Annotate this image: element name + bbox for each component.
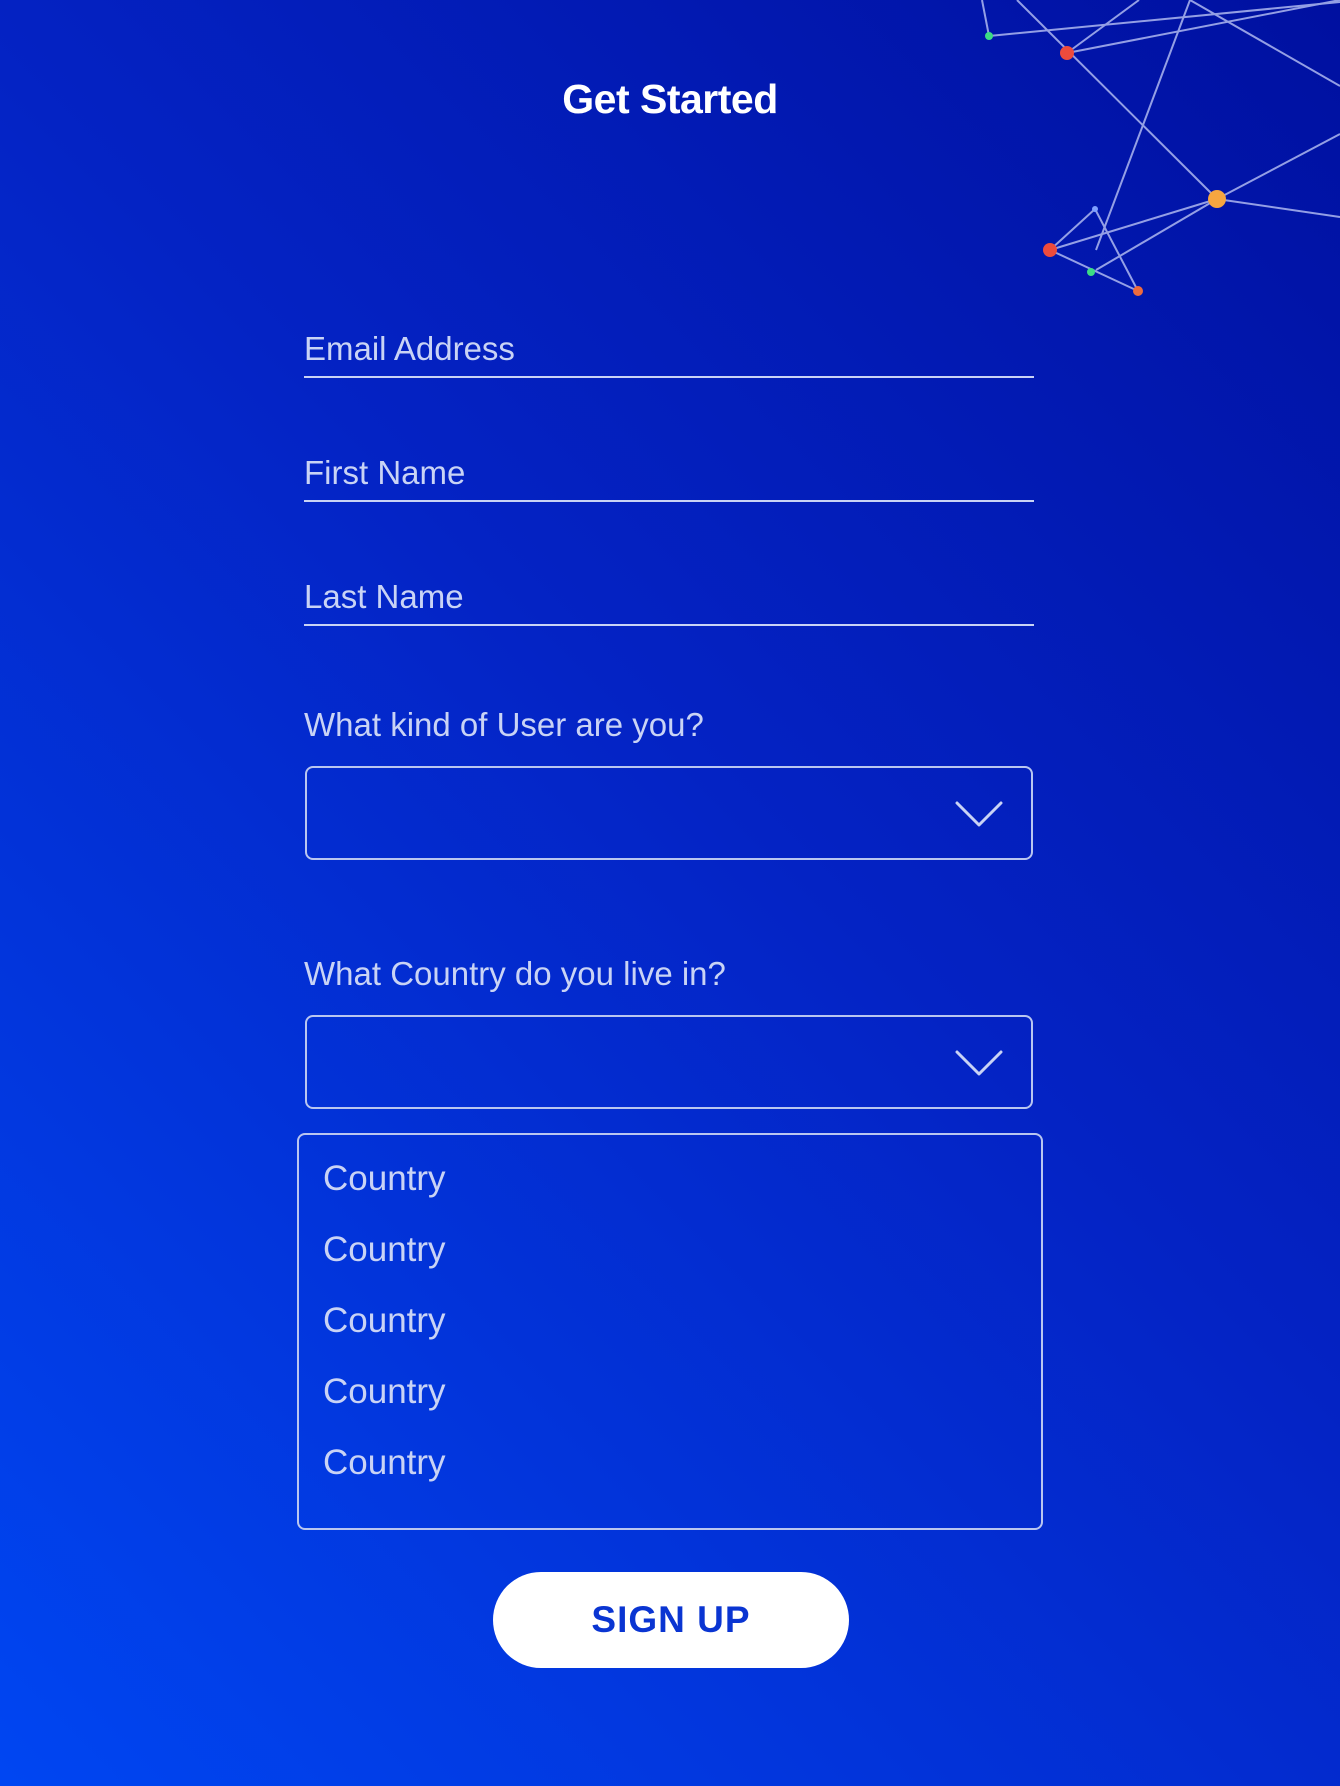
page-title: Get Started — [562, 76, 778, 122]
country-option[interactable]: Country — [323, 1230, 446, 1270]
sign-up-button[interactable]: SIGN UP — [493, 1572, 849, 1668]
first-name-field-wrapper — [304, 438, 1034, 502]
chevron-down-icon[interactable] — [955, 1049, 1003, 1077]
user-type-label: What kind of User are you? — [304, 706, 704, 743]
country-select[interactable] — [305, 1015, 1033, 1109]
country-label: What Country do you live in? — [304, 955, 726, 992]
country-option[interactable]: Country — [323, 1301, 446, 1341]
user-type-select[interactable] — [305, 766, 1033, 860]
email-input[interactable] — [304, 330, 1034, 368]
last-name-field-wrapper — [304, 562, 1034, 626]
email-field-wrapper — [304, 314, 1034, 378]
first-name-input[interactable] — [304, 454, 1034, 492]
country-dropdown-list: Country Country Country Country Country — [297, 1133, 1043, 1530]
chevron-down-icon[interactable] — [955, 800, 1003, 828]
last-name-input[interactable] — [304, 578, 1034, 616]
country-option[interactable]: Country — [323, 1443, 446, 1483]
country-option[interactable]: Country — [323, 1372, 446, 1412]
country-option[interactable]: Country — [323, 1159, 446, 1199]
network-graph-icon — [981, 0, 1340, 296]
